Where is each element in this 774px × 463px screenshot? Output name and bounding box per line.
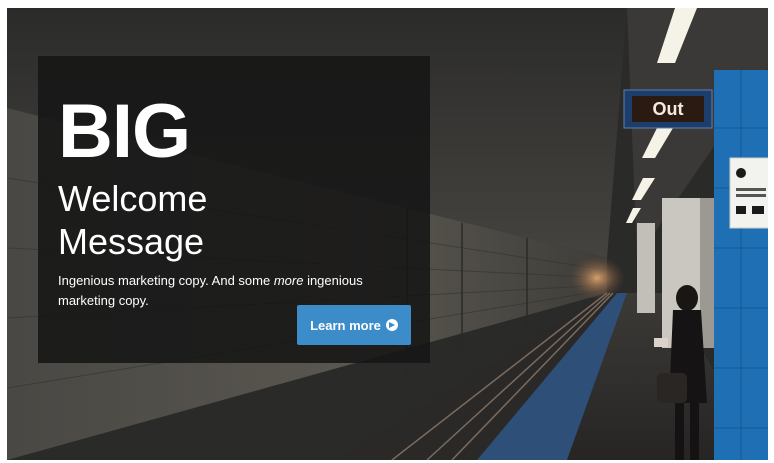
- hero-headline-message: Message: [58, 221, 205, 262]
- hero-section: Out BIG Welcome Message Ingenious market…: [7, 8, 768, 460]
- learn-more-button[interactable]: Learn more: [297, 305, 411, 345]
- body-copy-part1: Ingenious marketing copy. And some: [58, 273, 274, 288]
- hero-headline-welcome: Welcome: [58, 178, 208, 219]
- hero-message-panel: BIG Welcome Message Ingenious marketing …: [38, 56, 430, 363]
- exit-sign-text: Out: [653, 99, 684, 119]
- arrow-circle-right-icon: [385, 319, 398, 331]
- learn-more-label: Learn more: [310, 317, 381, 333]
- hero-headline-big: BIG: [58, 89, 191, 174]
- body-copy-emphasis: more: [273, 273, 304, 288]
